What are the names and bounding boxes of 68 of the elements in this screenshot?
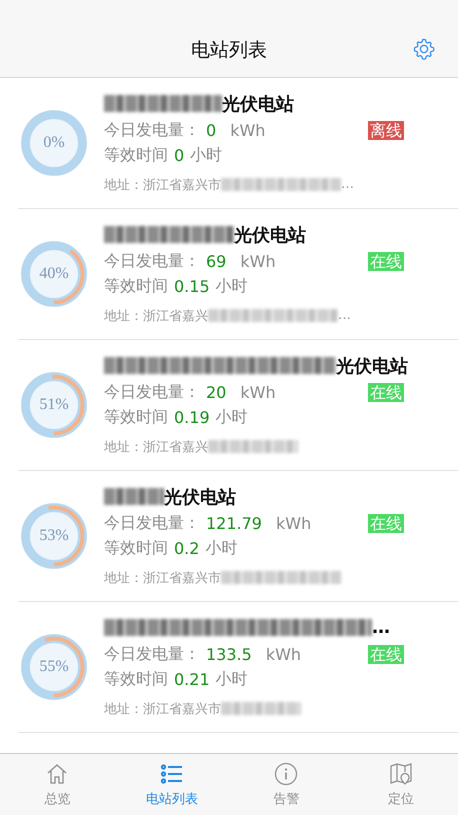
station-item[interactable]: 40% 光伏电站 今日发电量： 69 kWh 在线 等效时间 0.15 小时 地址：浙江省嘉兴 …	[18, 209, 458, 340]
gauge-ring	[18, 500, 90, 572]
address-text: 地址：浙江省嘉兴市	[104, 176, 221, 194]
hours-label: 等效时间	[104, 669, 168, 690]
hours-value: 0.2	[174, 539, 200, 558]
status-badge: 在线	[368, 252, 404, 271]
address-text: 地址：浙江省嘉兴市	[104, 570, 221, 586]
station-item[interactable]: 55% … 今日发电量： 133.5 kWh 在线 等效时间 0.21 小时 地址：浙江省嘉兴市	[18, 602, 458, 733]
station-name: 光伏电站	[164, 486, 236, 508]
gauge-ring	[18, 107, 90, 179]
station-item[interactable]: 51% 光伏电站 今日发电量： 20 kWh 在线 等效时间 0.19 小时 地址：浙江省嘉兴	[18, 340, 458, 471]
status-badge: 在线	[368, 514, 404, 533]
address-text: 地址：浙江省嘉兴市	[104, 700, 221, 718]
info-icon	[274, 762, 298, 786]
hours-label: 等效时间	[104, 407, 168, 428]
energy-value: 121.79	[206, 514, 262, 533]
hours-unit: 小时	[216, 276, 248, 297]
hours-value: 0.21	[174, 670, 210, 689]
energy-label: 今日发电量：	[104, 251, 200, 272]
ellipsis-text: …	[338, 308, 351, 323]
hours-value: 0.19	[174, 408, 210, 427]
gauge-ring	[18, 238, 90, 310]
energy-value: 0	[206, 121, 216, 140]
station-name: 光伏电站	[234, 224, 306, 246]
hours-unit: 小时	[205, 538, 238, 559]
status-badge: 在线	[368, 383, 404, 402]
gauge-ring	[18, 631, 90, 703]
energy-value: 133.5	[206, 645, 252, 664]
percent-label: 0%	[43, 134, 65, 152]
station-item[interactable]: 0% 光伏电站 今日发电量： 0 kWh 离线 等效时间 0 小时 地址：浙江省嘉兴市 …	[18, 78, 458, 209]
percent-label: 53%	[39, 527, 69, 545]
hours-label: 等效时间	[104, 276, 168, 297]
address-text: 地址：浙江省嘉兴	[104, 308, 208, 324]
hours-unit: 小时	[216, 407, 248, 428]
station-name: 光伏电站	[222, 92, 294, 116]
percent-label: 40%	[39, 265, 69, 283]
energy-label: 今日发电量：	[104, 382, 200, 403]
energy-unit: kWh	[230, 121, 266, 140]
settings-icon[interactable]	[412, 37, 436, 61]
map-icon	[388, 762, 413, 786]
hours-unit: 小时	[216, 669, 248, 690]
hours-value: 0	[174, 146, 184, 165]
status-badge: 离线	[368, 121, 404, 140]
hours-unit: 小时	[190, 145, 222, 166]
gauge-ring	[18, 369, 90, 441]
station-item[interactable]: 53% 光伏电站 今日发电量： 121.79 kWh 在线 等效时间 0.2 小时 地址：浙江省嘉兴市	[18, 471, 458, 602]
energy-unit: kWh	[276, 514, 312, 533]
page-title: 电站列表	[191, 38, 267, 63]
hours-label: 等效时间	[104, 145, 168, 166]
status-badge: 在线	[368, 645, 404, 664]
redacted-text	[104, 488, 164, 505]
station-name: 光伏电站	[336, 354, 408, 378]
energy-value: 69	[206, 252, 226, 271]
hours-value: 0.15	[174, 277, 210, 296]
list-icon	[160, 762, 184, 786]
energy-label: 今日发电量：	[104, 120, 200, 141]
ellipsis-text: …	[341, 177, 354, 192]
energy-unit: kWh	[240, 383, 276, 402]
percent-label: 55%	[39, 658, 69, 676]
station-name: …	[372, 617, 390, 638]
energy-unit: kWh	[266, 645, 302, 664]
hours-label: 等效时间	[104, 538, 168, 559]
energy-unit: kWh	[240, 252, 276, 271]
address-text: 地址：浙江省嘉兴	[104, 438, 208, 456]
energy-value: 20	[206, 383, 226, 402]
energy-label: 今日发电量：	[104, 644, 200, 665]
percent-label: 51%	[39, 396, 69, 414]
energy-label: 今日发电量：	[104, 513, 200, 534]
